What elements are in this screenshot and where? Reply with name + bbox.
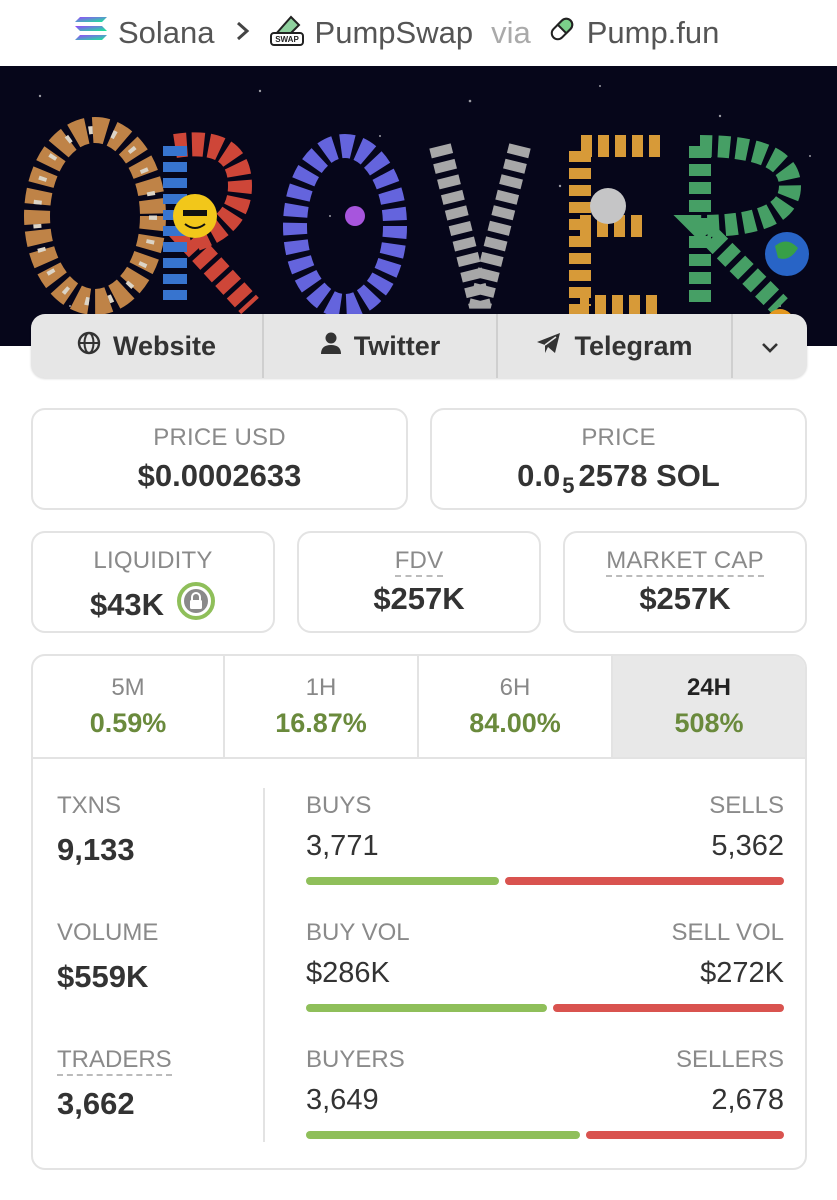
volume-value: $559K — [57, 959, 149, 994]
buys-sells-bar — [306, 877, 784, 885]
buys-bar — [306, 877, 499, 885]
price-native-digits: 2578 SOL — [578, 458, 720, 493]
fdv-label[interactable]: FDV — [394, 547, 444, 577]
market-cap-box: MARKET CAP $257K — [563, 531, 807, 633]
tab-label: 1H — [305, 674, 337, 701]
twitter-label: Twitter — [353, 330, 441, 361]
tab-1h[interactable]: 1H 16.87% — [225, 656, 419, 757]
chevron-right-icon — [235, 16, 251, 50]
buyers-label: BUYERS — [306, 1046, 405, 1073]
traders-stat: TRADERS 3,662 — [57, 1046, 172, 1122]
price-usd-box: PRICE USD $0.0002633 — [31, 408, 408, 510]
buy-vol-label: BUY VOL — [306, 919, 410, 946]
lock-icon[interactable] — [176, 581, 216, 629]
price-native-box: PRICE 0.0 5 2578 SOL — [430, 408, 807, 510]
tab-24h[interactable]: 24H 508% — [613, 656, 805, 757]
sells-bar — [504, 877, 784, 885]
tab-label: 24H — [686, 674, 732, 701]
website-label: Website — [112, 330, 217, 361]
tab-6h[interactable]: 6H 84.00% — [419, 656, 613, 757]
globe-icon — [77, 331, 101, 362]
tab-change: 84.00% — [469, 708, 561, 738]
sells-value: 5,362 — [711, 830, 784, 862]
tab-change: 16.87% — [275, 708, 367, 738]
sells-label: SELLS — [709, 792, 784, 819]
volume-stat: VOLUME $559K — [57, 919, 158, 995]
tab-5m[interactable]: 5M 0.59% — [33, 656, 225, 757]
buyers-value: 3,649 — [306, 1084, 379, 1116]
solana-icon — [74, 15, 108, 51]
telegram-label: Telegram — [574, 330, 693, 361]
price-usd-value: $0.0002633 — [137, 458, 302, 493]
sellers-value: 2,678 — [711, 1084, 784, 1116]
tab-change: 0.59% — [89, 708, 167, 738]
dex-name: PumpSwap — [314, 15, 474, 50]
buy-sell-vol-bar — [306, 1004, 784, 1012]
market-cap-value: $257K — [639, 581, 731, 616]
pill-icon — [547, 14, 577, 52]
sell-vol-bar — [552, 1004, 784, 1012]
more-socials-button[interactable] — [733, 314, 807, 378]
social-links-bar: Website Twitter Telegram — [31, 314, 807, 378]
chevron-down-icon — [760, 331, 780, 362]
buy-vol-value: $286K — [306, 957, 390, 989]
breadcrumb-dex[interactable]: SWAP PumpSwap — [269, 11, 474, 55]
svg-text:SWAP: SWAP — [275, 35, 299, 44]
stats-panel: 5M 0.59% 1H 16.87% 6H 84.00% 24H 508% TX… — [31, 654, 807, 1170]
traders-value: 3,662 — [57, 1086, 135, 1121]
via-label: via — [491, 15, 531, 50]
traders-label[interactable]: TRADERS — [57, 1046, 172, 1076]
tab-label: 5M — [111, 674, 145, 701]
price-native-label: PRICE — [581, 424, 656, 451]
sellers-bar — [586, 1131, 784, 1139]
tab-label: 6H — [499, 674, 531, 701]
market-cap-label[interactable]: MARKET CAP — [606, 547, 764, 577]
sell-vol-label: SELL VOL — [671, 919, 784, 946]
telegram-button[interactable]: Telegram — [498, 314, 733, 378]
tab-change: 508% — [674, 708, 744, 738]
token-banner — [0, 66, 837, 346]
fdv-value: $257K — [373, 581, 465, 616]
fdv-box: FDV $257K — [297, 531, 541, 633]
buy-sell-vol-row: BUY VOL SELL VOL $286K $272K — [306, 919, 784, 1012]
price-native-prefix: 0.0 — [517, 458, 561, 493]
twitter-button[interactable]: Twitter — [264, 314, 498, 378]
pumpswap-icon: SWAP — [269, 11, 305, 55]
price-usd-label: PRICE USD — [153, 424, 286, 451]
chain-name: Solana — [118, 15, 215, 50]
column-divider — [263, 788, 265, 1142]
volume-label: VOLUME — [57, 919, 159, 946]
breadcrumb: Solana SWAP PumpSwap via Pump.fun — [0, 0, 837, 66]
buys-label: BUYS — [306, 792, 372, 819]
breadcrumb-chain[interactable]: Solana — [74, 15, 215, 51]
txns-label: TXNS — [57, 792, 122, 819]
liquidity-value-row: $43K — [33, 581, 273, 629]
liquidity-box: LIQUIDITY $43K — [31, 531, 275, 633]
buyers-sellers-bar — [306, 1131, 784, 1139]
buy-vol-bar — [306, 1004, 547, 1012]
price-native-zero-count: 5 — [562, 473, 575, 498]
liquidity-label: LIQUIDITY — [93, 547, 213, 574]
txns-stat: TXNS 9,133 — [57, 792, 135, 868]
telegram-icon — [536, 331, 562, 362]
buys-value: 3,771 — [306, 830, 379, 862]
sell-vol-value: $272K — [700, 957, 784, 989]
user-icon — [320, 331, 342, 362]
txns-value: 9,133 — [57, 832, 135, 867]
launchpad-name: Pump.fun — [586, 15, 720, 50]
sellers-label: SELLERS — [675, 1046, 784, 1073]
buyers-bar — [306, 1131, 581, 1139]
price-native-value: 0.0 5 2578 SOL — [432, 458, 805, 498]
breadcrumb-launchpad[interactable]: Pump.fun — [547, 14, 720, 52]
buys-sells-row: BUYS SELLS 3,771 5,362 — [306, 792, 784, 885]
website-button[interactable]: Website — [31, 314, 264, 378]
liquidity-value: $43K — [89, 587, 165, 622]
timeframe-tabs: 5M 0.59% 1H 16.87% 6H 84.00% 24H 508% — [33, 656, 805, 759]
buyers-sellers-row: BUYERS SELLERS 3,649 2,678 — [306, 1046, 784, 1139]
